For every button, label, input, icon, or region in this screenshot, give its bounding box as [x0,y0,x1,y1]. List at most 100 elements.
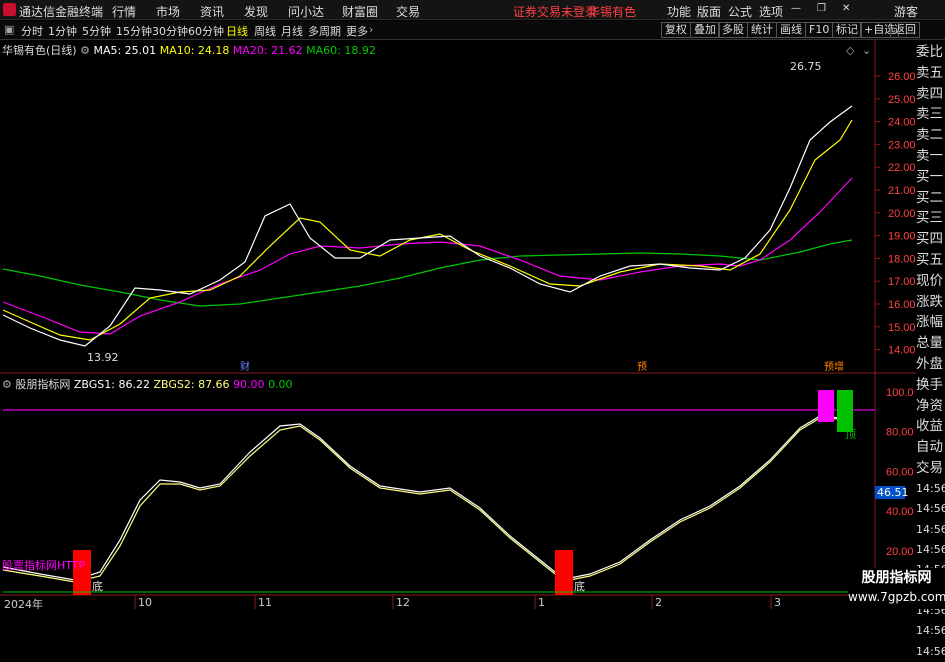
side-panel-item[interactable]: 卖一 [916,146,945,167]
side-panel-item[interactable]: 涨幅 [916,312,945,333]
event-mark[interactable]: 预 [637,358,647,373]
period-15min[interactable]: 15分钟 [116,23,152,39]
x-label: 10 [138,596,152,609]
side-panel-item[interactable]: 买二 [916,188,945,209]
period-5min[interactable]: 5分钟 [82,23,111,39]
side-panel-item[interactable]: 涨跌 [916,292,945,313]
menu-xuanxiang[interactable]: 选项 [759,3,783,20]
dropdown-icon[interactable]: ⌄ [862,44,871,57]
menu-hangqing[interactable]: 行情 [112,3,136,20]
btn-duogu[interactable]: 多股 [718,22,748,38]
kline-chart[interactable]: 26.0025.0024.0023.0022.0021.0020.0019.00… [0,40,916,609]
diamond-icon[interactable]: ◇ [846,44,854,57]
side-panel-item[interactable]: 换手 [916,375,945,396]
event-mark[interactable]: 财 [240,358,250,373]
side-panel-item[interactable]: 14:56 [916,621,945,641]
side-panel-item[interactable]: 外盘 [916,354,945,375]
period-multi[interactable]: 多周期 [308,23,341,39]
menu-wenxiaoda[interactable]: 问小达 [288,3,324,20]
side-panel-item[interactable]: 14:56 [916,520,945,540]
menu-jiaoyi[interactable]: 交易 [396,3,420,20]
side-panel-item[interactable]: 14:56 [916,540,945,560]
period-weekly[interactable]: 周线 [254,23,276,39]
ma60-label: MA60: 18.92 [306,44,376,57]
zbgs2-line [2,417,853,583]
side-panel-item[interactable]: 买三 [916,208,945,229]
event-mark[interactable]: 预增 [824,358,844,373]
btn-tongji[interactable]: 统计 [747,22,777,38]
period-more[interactable]: 更多 [346,23,368,39]
btn-biaoji[interactable]: 标记 [832,22,862,38]
high-price-label: 26.75 [790,60,822,73]
x-label: 1 [538,596,545,609]
v0-label: 0.00 [268,378,293,391]
side-panel-item[interactable]: 买一 [916,167,945,188]
restore-icon[interactable]: ❐ [817,3,826,14]
menu-shichang[interactable]: 市场 [156,3,180,20]
period-60min[interactable]: 60分钟 [188,23,224,39]
y-tick-label: 16.00 [888,299,916,311]
y-tick-label: 20.00 [888,208,916,220]
watermark-url: www.7gpzb.com [848,590,945,604]
btn-f10[interactable]: F10 [805,22,834,38]
settings-icon[interactable]: ⚙ [2,378,12,391]
period-daily[interactable]: 日线 [226,23,248,39]
side-panel-item[interactable]: 卖四 [916,84,945,105]
menu-banmian[interactable]: 版面 [697,3,721,20]
ma10-line [2,119,853,341]
menu-faxian[interactable]: 发现 [244,3,268,20]
y-tick-label: 21.00 [888,185,916,197]
zbgs1-label: ZBGS1: 86.22 [73,378,150,391]
side-panel-item[interactable]: 卖二 [916,125,945,146]
menu-caifuquan[interactable]: 财富圈 [342,3,378,20]
side-panel-item[interactable]: 净资 [916,396,945,417]
app-name: 通达信金融终端 [19,5,104,19]
side-panel-item[interactable]: 卖五 [916,63,945,84]
login-notice[interactable]: 证券交易未登录 [513,3,597,20]
menu-gongshi[interactable]: 公式 [728,3,752,20]
ma10-label: MA10: 24.18 [159,44,230,57]
close-icon[interactable]: ✕ [842,3,850,14]
side-panel-item[interactable]: 总量 [916,333,945,354]
y-tick-label: 24.00 [888,117,916,129]
indicator-overlay-text: 股票指标网HTTP [2,559,86,572]
menu-gongneng[interactable]: 功能 [667,3,691,20]
y-tick-label: 14.00 [888,345,916,357]
btn-fuquan[interactable]: 复权 [661,22,691,38]
side-panel-item[interactable]: 买五 [916,250,945,271]
side-panel-item[interactable]: 交易 [916,458,945,479]
side-panel-item[interactable]: 自动 [916,437,945,458]
side-panel-item[interactable]: 委比 [916,42,945,63]
v90-label: 90.00 [233,378,265,391]
user-label[interactable]: 游客 [894,3,918,20]
y-tick-label: 17.00 [888,276,916,288]
zbgs2-label: ZBGS2: 87.66 [153,378,230,391]
btn-fanhui[interactable]: 返回 [890,22,920,38]
x-label: 3 [774,596,781,609]
side-panel-item[interactable]: 14:56 [916,642,945,662]
btn-diejia[interactable]: 叠加 [690,22,720,38]
period-monthly[interactable]: 月线 [281,23,303,39]
menu-zixun[interactable]: 资讯 [200,3,224,20]
side-panel-item[interactable]: 现价 [916,271,945,292]
y-tick-label: 26.00 [888,71,916,83]
period-1min[interactable]: 1分钟 [48,23,77,39]
settings-icon[interactable]: ⚙ [80,44,90,57]
top-signal-label: 顶 [845,428,856,441]
y-tick-label: 19.00 [888,231,916,243]
period-fenshi[interactable]: 分时 [21,23,43,39]
period-30min[interactable]: 30分钟 [152,23,188,39]
side-panel-item[interactable]: 收益 [916,416,945,437]
side-panel-item[interactable]: 14:56 [916,499,945,519]
title-bar: 通达信金融终端 行情 市场 资讯 发现 问小达 财富圈 交易 证券交易未登录 华… [0,0,945,20]
btn-huaxian[interactable]: 画线 [776,22,806,38]
more-chevron-icon[interactable]: › [369,23,373,36]
y-tick-label: 60.00 [886,466,914,478]
side-panel-item[interactable]: 买四 [916,229,945,250]
minimize-icon[interactable]: — [791,3,801,14]
side-panel-item[interactable]: 14:56 [916,479,945,499]
watermark: 股朋指标网 www.7gpzb.com [848,568,945,609]
side-panel-item[interactable]: 卖三 [916,104,945,125]
panel-toggle-icon[interactable]: ▣ [4,23,14,36]
y-tick-label: 80.00 [886,427,914,439]
